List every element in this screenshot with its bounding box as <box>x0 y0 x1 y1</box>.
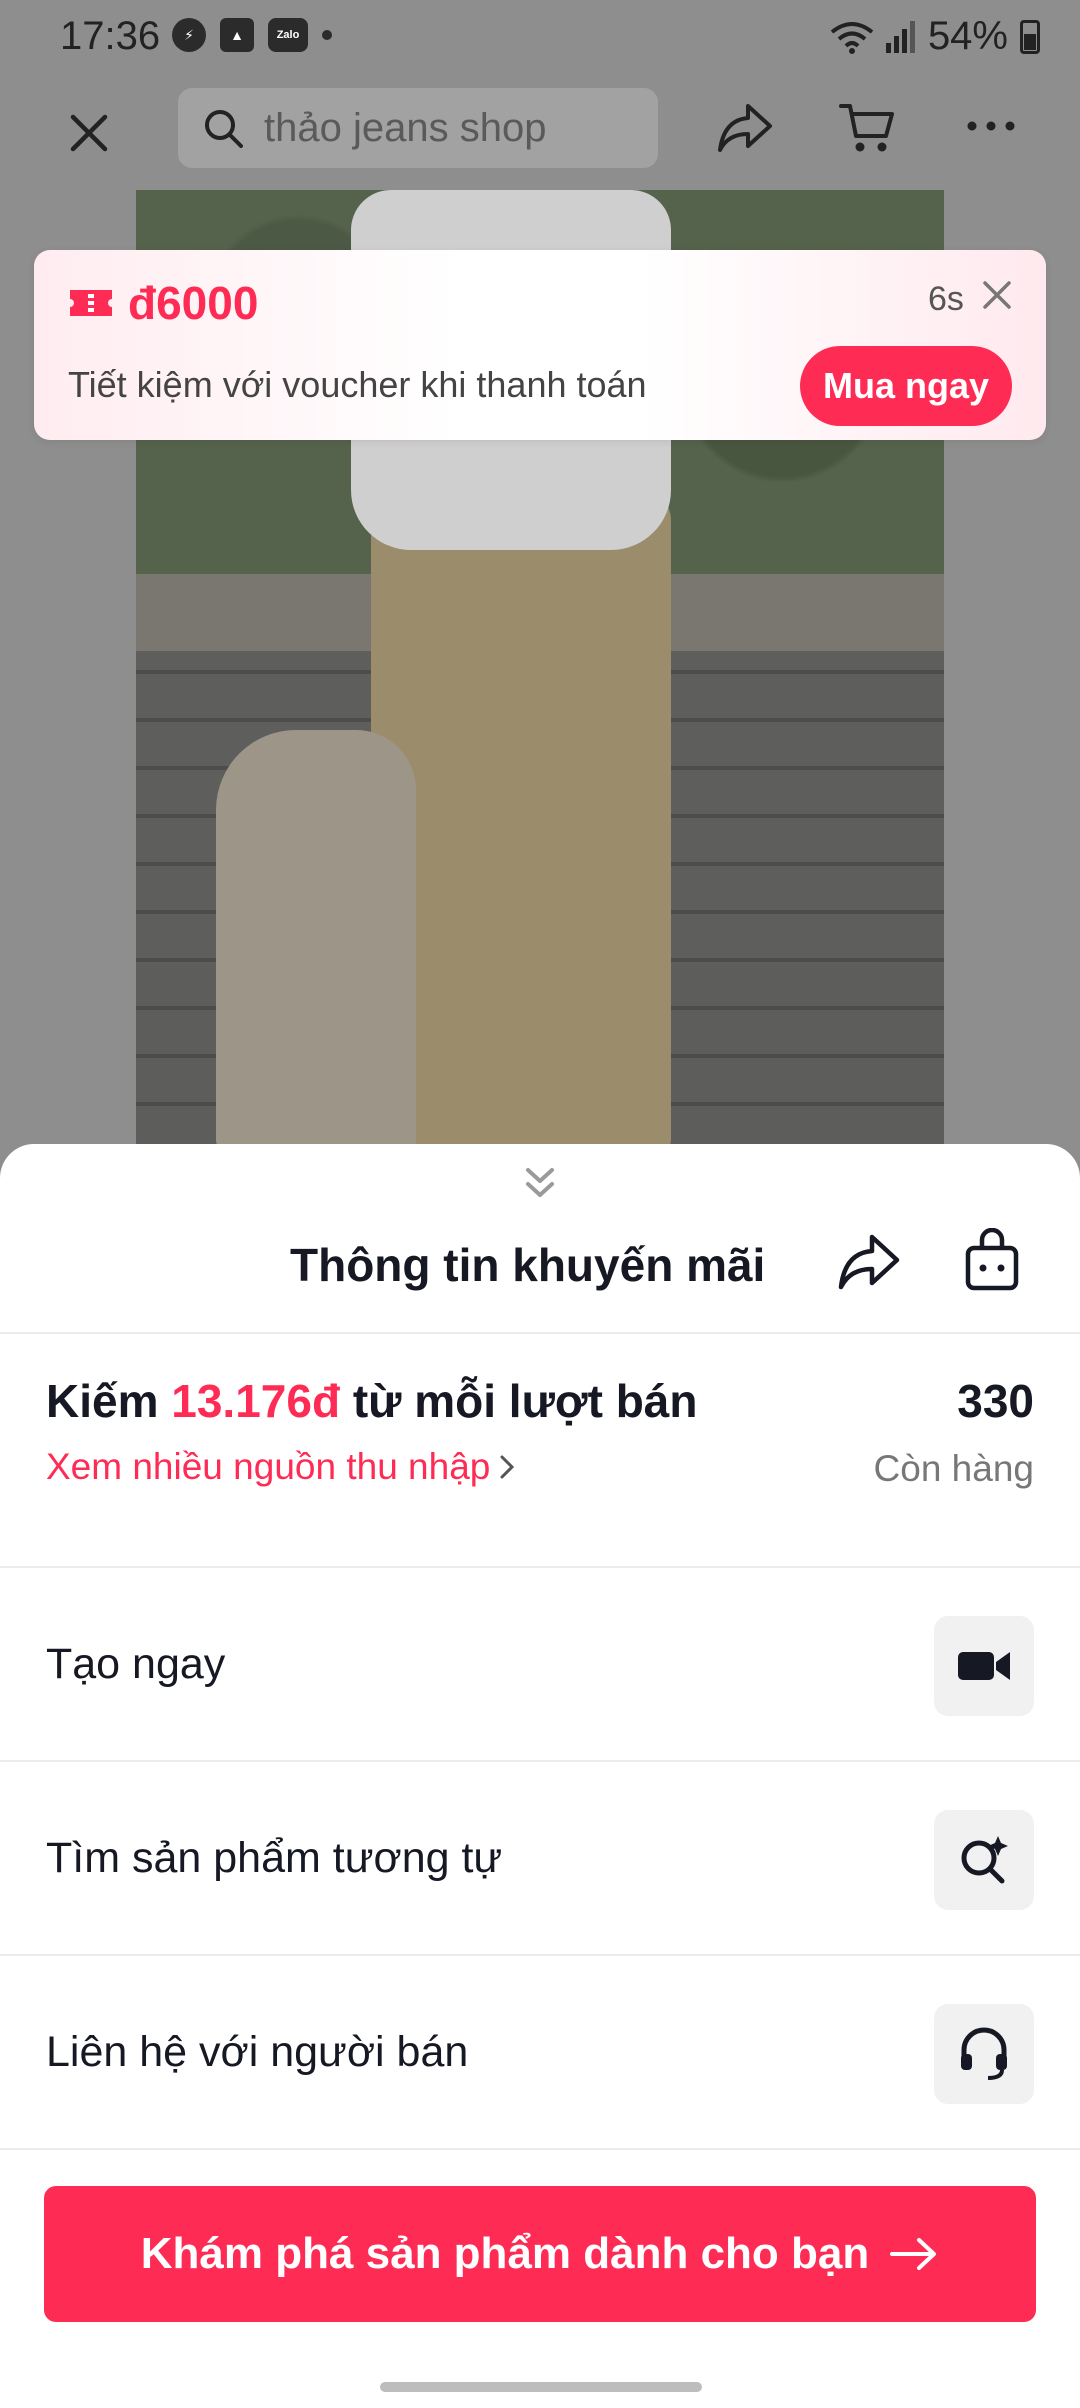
explore-products-label: Khám phá sản phẩm dành cho bạn <box>140 2229 870 2278</box>
more-income-link[interactable]: Xem nhiều nguồn thu nhập <box>46 1446 516 1488</box>
share-icon <box>718 104 772 152</box>
video-camera-icon <box>958 1652 1010 1680</box>
stock-label: Còn hàng <box>873 1448 1034 1489</box>
explore-products-button[interactable]: Khám phá sản phẩm dành cho bạn <box>44 2186 1036 2322</box>
battery-percent: 54% <box>927 14 1008 58</box>
status-right: 54% <box>830 14 1040 59</box>
signal-icon <box>885 20 915 53</box>
create-now-label: Tạo ngay <box>46 1640 226 1688</box>
contact-seller-label: Liên hệ với người bán <box>46 2028 469 2076</box>
notification-icons: ⚡ ▲ Zalo <box>172 18 332 52</box>
chevron-right-icon <box>500 1455 515 1479</box>
close-button[interactable] <box>62 106 116 160</box>
sheet-title: Thông tin khuyến mãi <box>290 1239 766 1291</box>
find-similar-label: Tìm sản phẩm tương tự <box>46 1834 503 1882</box>
battery-icon <box>1020 19 1040 54</box>
top-nav: thảo jeans shop <box>0 86 1080 172</box>
photo-pants <box>371 490 671 1150</box>
voucher-amount: đ6000 <box>128 277 259 329</box>
arrow-right-icon <box>890 2238 937 2270</box>
search-placeholder: thảo jeans shop <box>264 105 547 150</box>
more-income-label: Xem nhiều nguồn thu nhập <box>46 1446 491 1487</box>
voucher-timer: 6s <box>928 280 964 318</box>
zalo-icon: Zalo <box>268 18 308 52</box>
stock-count: 330 <box>957 1375 1034 1427</box>
contact-seller-row[interactable]: Liên hệ với người bán <box>0 1958 1080 2150</box>
earnings-amount: 13.176đ <box>171 1375 341 1427</box>
voucher-close-button[interactable] <box>982 280 1012 315</box>
sheet-header: Thông tin khuyến mãi <box>0 1204 1080 1334</box>
find-similar-row[interactable]: Tìm sản phẩm tương tự <box>0 1764 1080 1956</box>
status-bar: 17:36 ⚡ ▲ Zalo 54% <box>0 0 1080 72</box>
earnings-prefix: Kiếm <box>46 1375 172 1427</box>
more-button[interactable] <box>964 106 1018 151</box>
share-button[interactable] <box>716 102 774 159</box>
close-icon <box>983 281 1011 309</box>
ticket-icon <box>70 290 112 316</box>
more-notifications-dot <box>322 30 332 40</box>
status-time: 17:36 <box>60 14 161 58</box>
cart-button[interactable] <box>838 100 896 161</box>
share-icon <box>838 1234 900 1290</box>
earnings-title: Kiếm 13.176đ từ mỗi lượt bán <box>46 1374 697 1428</box>
buy-now-button[interactable]: Mua ngay <box>800 346 1012 426</box>
shopping-bag-icon <box>965 1227 1019 1291</box>
home-indicator[interactable] <box>380 2382 702 2392</box>
headset-icon <box>961 2027 1007 2080</box>
voucher-toast[interactable]: đ6000 Tiết kiệm với voucher khi thanh to… <box>34 250 1046 440</box>
contact-seller-icon-button[interactable] <box>934 2004 1034 2104</box>
shopping-bag-button[interactable] <box>962 1227 1022 1297</box>
messenger-icon: ⚡ <box>172 18 206 52</box>
cart-icon <box>839 104 894 152</box>
close-icon <box>70 114 108 152</box>
voucher-subtitle: Tiết kiệm với voucher khi thanh toán <box>68 364 647 405</box>
sheet-share-button[interactable] <box>836 1232 902 1297</box>
earnings-suffix: từ mỗi lượt bán <box>340 1375 698 1427</box>
gallery-icon: ▲ <box>220 18 254 52</box>
photo-bag <box>216 730 416 1150</box>
collapse-sheet-button[interactable] <box>520 1164 560 1209</box>
wifi-icon <box>830 21 874 54</box>
chevron-double-down-icon <box>526 1168 554 1197</box>
search-icon <box>205 110 243 148</box>
search-input[interactable]: thảo jeans shop <box>178 88 658 168</box>
find-similar-icon-button[interactable] <box>934 1810 1034 1910</box>
create-now-row[interactable]: Tạo ngay <box>0 1570 1080 1762</box>
more-icon <box>967 121 1015 131</box>
create-now-icon-button[interactable] <box>934 1616 1034 1716</box>
earnings-row: Kiếm 13.176đ từ mỗi lượt bán Xem nhiều n… <box>0 1336 1080 1568</box>
search-sparkle-icon <box>961 1836 1008 1884</box>
